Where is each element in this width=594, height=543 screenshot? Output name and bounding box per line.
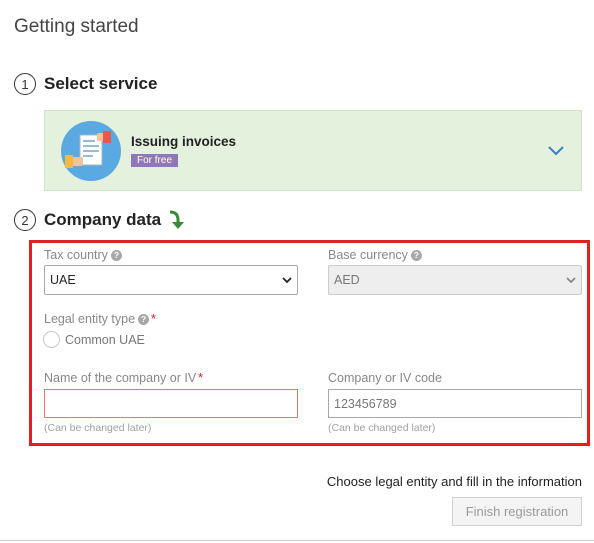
finish-registration-button[interactable]: Finish registration: [452, 497, 582, 526]
green-arrow-down-icon: [166, 210, 185, 230]
company-name-input[interactable]: [44, 389, 298, 418]
required-marker: *: [151, 312, 156, 326]
company-name-label: Name of the company or IV *: [44, 371, 204, 385]
radio-button[interactable]: [43, 331, 60, 348]
chevron-down-icon[interactable]: [547, 141, 565, 159]
legal-entity-option-common-uae[interactable]: Common UAE: [43, 331, 145, 348]
step-2-title: Company data: [44, 210, 162, 229]
step-1-title: Select service: [44, 74, 158, 93]
help-icon[interactable]: ?: [110, 249, 122, 261]
divider: [0, 540, 594, 541]
base-currency-select: AED: [328, 265, 582, 295]
tax-country-select[interactable]: UAE: [44, 265, 298, 295]
company-code-hint: (Can be changed later): [328, 422, 436, 434]
radio-label: Common UAE: [65, 332, 145, 347]
step-1-number: 1: [14, 73, 36, 95]
chevron-down-icon: [282, 277, 292, 284]
tax-country-label: Tax country ?: [44, 248, 122, 262]
help-icon[interactable]: ?: [138, 313, 150, 325]
service-price-badge: For free: [131, 153, 179, 167]
company-code-input[interactable]: 123456789: [328, 389, 582, 418]
step-2-header: 2 Company data: [14, 209, 185, 231]
required-marker: *: [198, 371, 204, 385]
page-title: Getting started: [14, 16, 139, 37]
footer-note: Choose legal entity and fill in the info…: [326, 474, 582, 489]
service-name: Issuing invoices: [131, 133, 237, 149]
company-name-hint: (Can be changed later): [44, 422, 152, 434]
step-1-header: 1 Select service: [14, 73, 157, 95]
legal-entity-type-label: Legal entity type ? *: [44, 312, 156, 326]
help-icon[interactable]: ?: [410, 249, 422, 261]
service-card-issuing-invoices[interactable]: Issuing invoices For free: [44, 110, 582, 191]
invoice-illustration-icon: [61, 120, 121, 181]
step-2-number: 2: [14, 209, 36, 231]
base-currency-label: Base currency ?: [328, 248, 422, 262]
company-code-label: Company or IV code: [328, 371, 442, 385]
chevron-down-icon: [566, 277, 576, 284]
